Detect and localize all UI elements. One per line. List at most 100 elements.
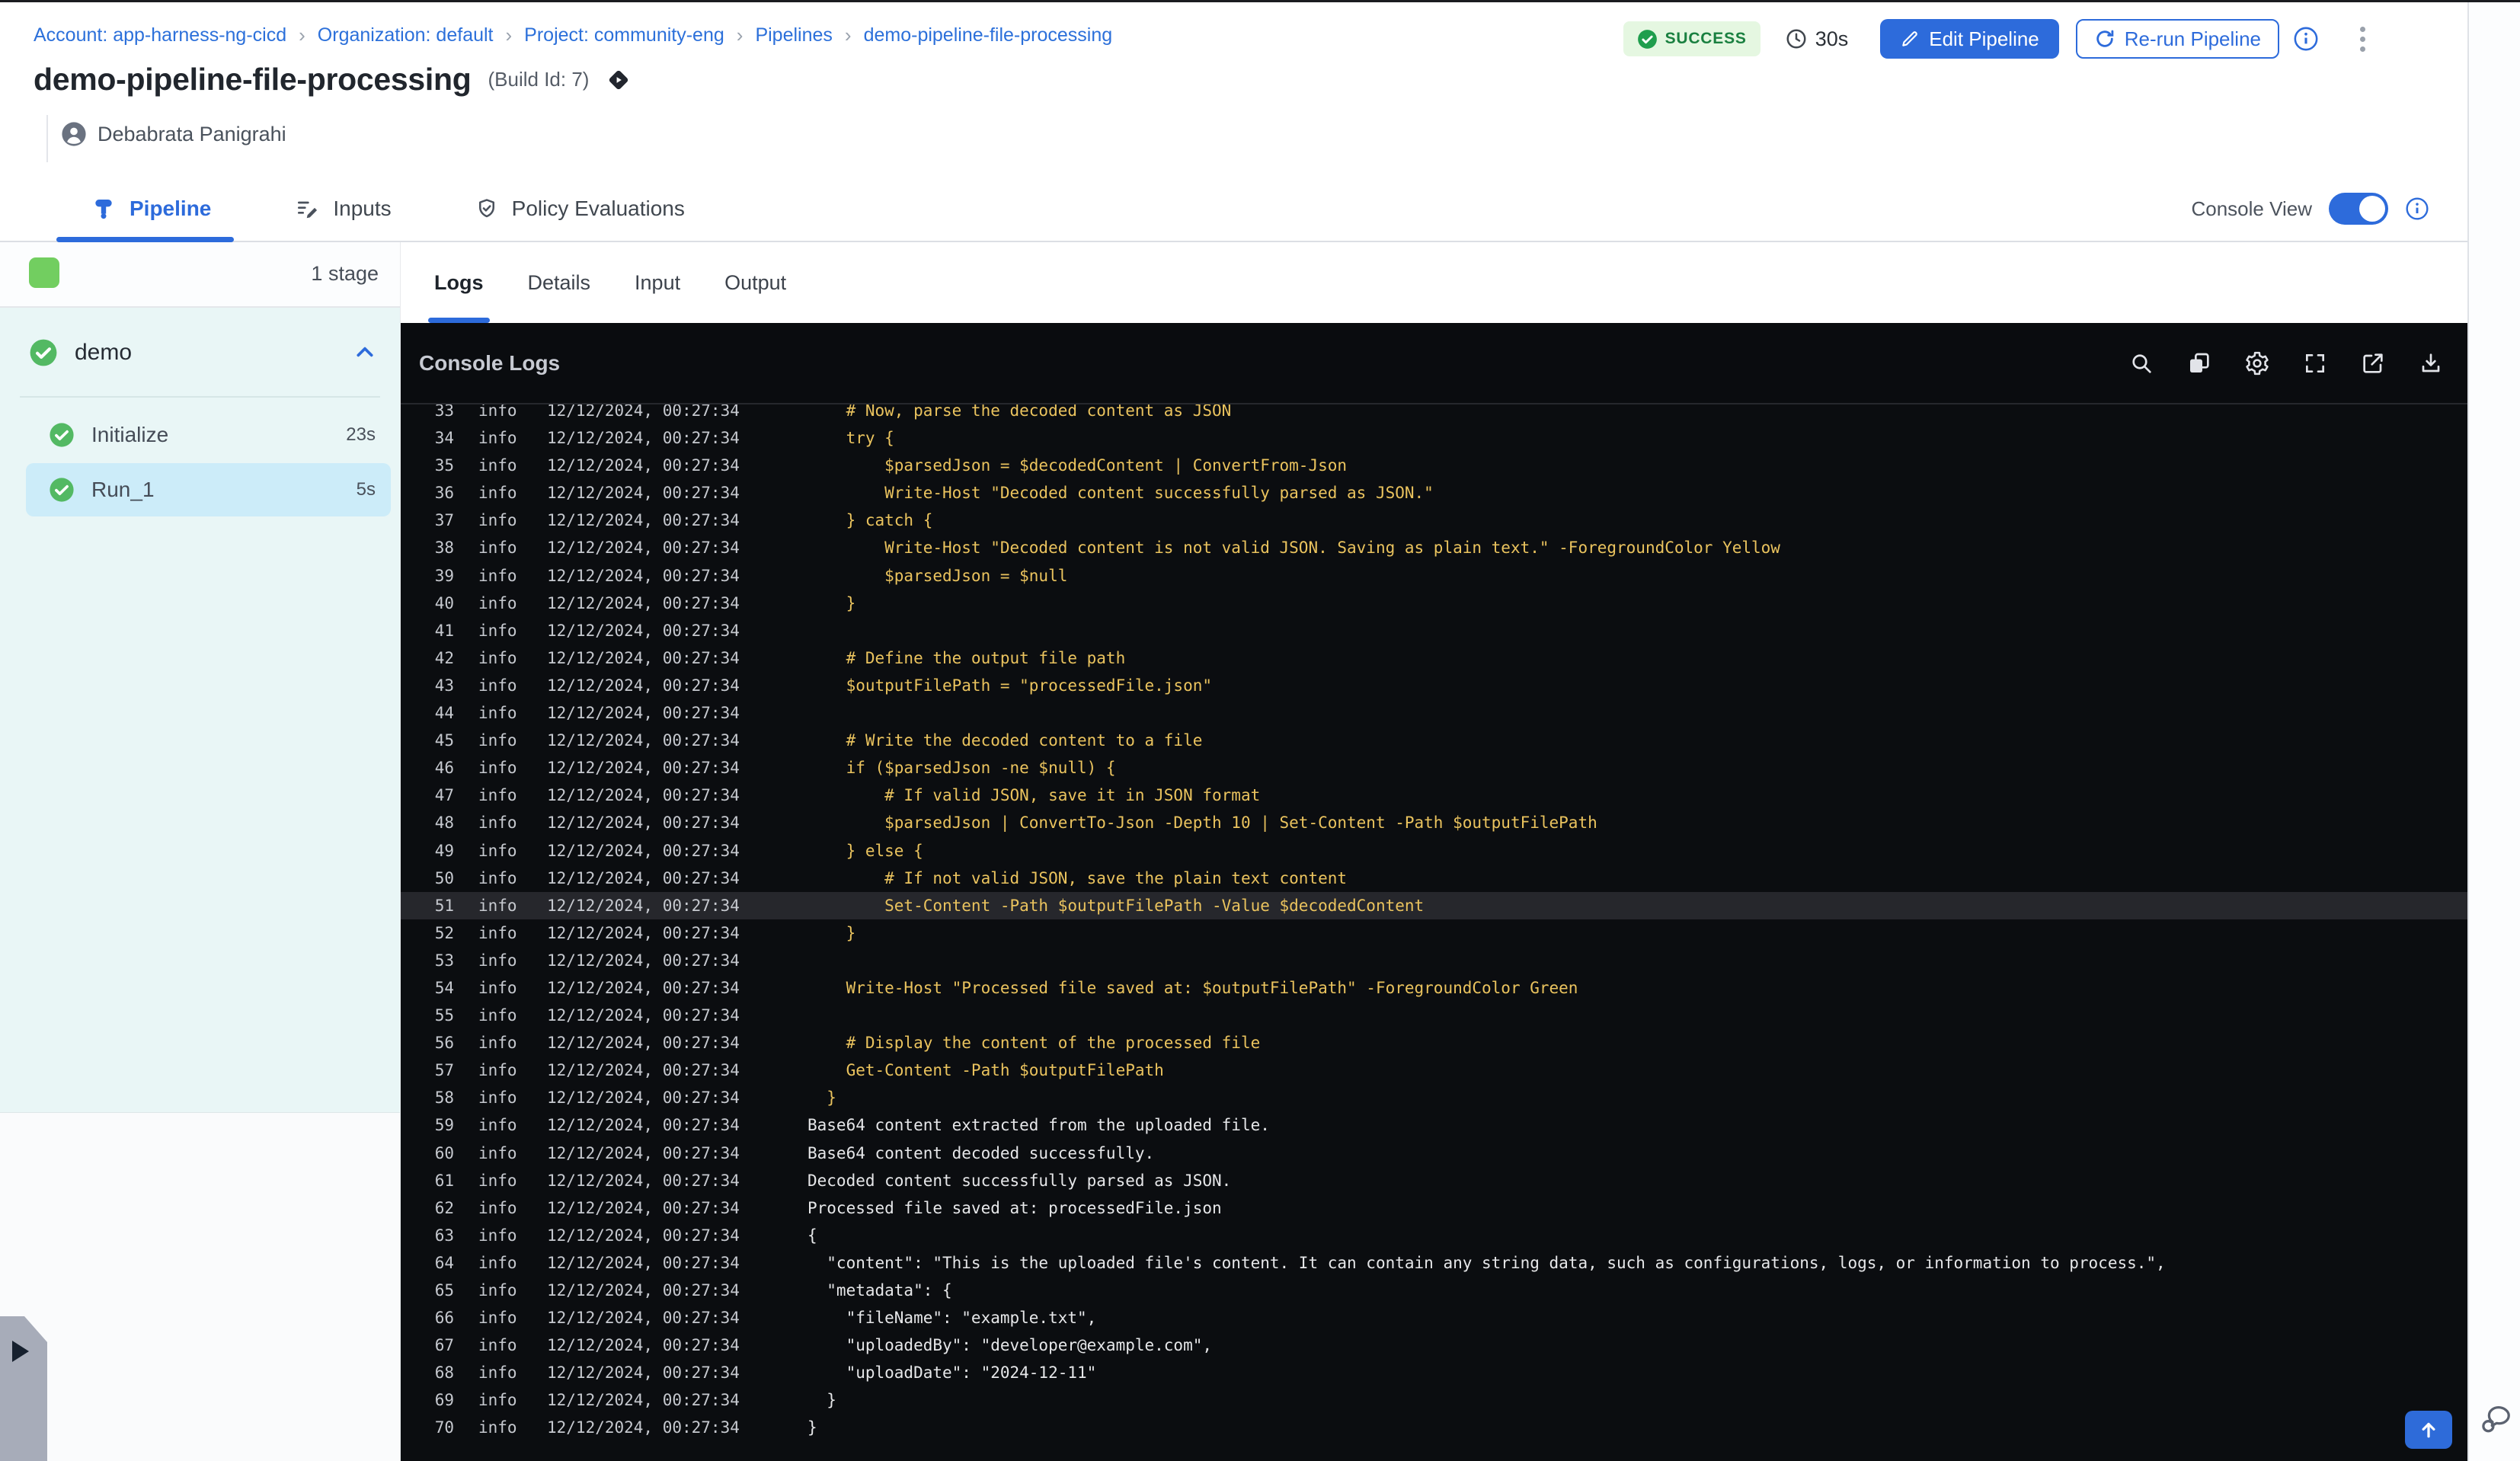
log-row-48: 48 info 12/12/2024, 00:27:34 $parsedJson |… [401,809,2469,836]
log-line-number: 44 [434,704,454,723]
log-row-49: 49 info 12/12/2024, 00:27:34 } else { [401,837,2469,865]
log-timestamp: 12/12/2024, 00:27:34 [547,621,740,640]
console-toolbar [2126,348,2446,379]
log-timestamp: 12/12/2024, 00:27:34 [547,841,740,860]
log-row-42: 42 info 12/12/2024, 00:27:34 # Define the … [401,644,2469,672]
log-line-number: 34 [434,429,454,448]
breadcrumb-item-1[interactable]: Account: app-harness-ng-cicd [34,24,286,46]
log-level: info [478,1006,517,1025]
breadcrumb-separator: › [736,24,744,46]
log-timestamp: 12/12/2024, 00:27:34 [547,951,740,970]
log-tab-output[interactable]: Output [724,242,786,323]
tab-pipeline[interactable]: Pipeline [56,177,235,242]
log-row-70: 70 info 12/12/2024, 00:27:34} [401,1414,2469,1441]
rerun-info-icon[interactable] [2293,25,2320,53]
log-level: info [478,951,517,970]
log-tab-details[interactable]: Details [528,242,591,323]
header-actions: SUCCESS 30s Edit Pipeline Re-run Pipelin… [1623,18,2370,60]
log-timestamp: 12/12/2024, 00:27:34 [547,1391,740,1410]
chevron-up-icon[interactable] [353,340,377,365]
check-circle-icon [49,422,75,448]
search-icon[interactable] [2126,348,2157,379]
log-row-46: 46 info 12/12/2024, 00:27:34 if ($parsedJs… [401,754,2469,782]
log-timestamp: 12/12/2024, 00:27:34 [547,484,740,503]
log-timestamp: 12/12/2024, 00:27:34 [547,868,740,887]
log-timestamp: 12/12/2024, 00:27:34 [547,923,740,942]
fullscreen-icon[interactable] [2300,348,2330,379]
log-timestamp: 12/12/2024, 00:27:34 [547,1171,740,1190]
log-level: info [478,731,517,750]
log-tab-label: Input [635,270,681,294]
log-row-57: 57 info 12/12/2024, 00:27:34 Get-Content -… [401,1057,2469,1084]
breadcrumb-item-4[interactable]: Pipelines [755,24,832,46]
right-rail [2467,0,2520,1461]
log-level: info [478,1143,517,1162]
log-level: info [478,621,517,640]
log-line-number: 51 [434,896,454,915]
breadcrumb-item-3[interactable]: Project: community-eng [524,24,724,46]
log-message: Get-Content -Path $outputFilePath [807,1061,1164,1080]
log-message: } [807,923,856,942]
log-level: info [478,1171,517,1190]
pipeline-icon [91,197,116,221]
log-message: "fileName": "example.txt", [807,1309,1097,1328]
log-level: info [478,1363,517,1383]
console-log-body[interactable]: 33 info 12/12/2024, 00:27:34 # Now, parse … [401,404,2469,1461]
log-level: info [478,786,517,805]
log-line-number: 38 [434,539,454,558]
open-in-new-icon[interactable] [2358,348,2388,379]
download-icon[interactable] [2416,348,2446,379]
breadcrumb-item-2[interactable]: Organization: default [318,24,494,46]
support-chat-icon[interactable] [2478,1402,2513,1437]
log-message: } [807,1418,817,1437]
scroll-to-top-button[interactable] [2405,1411,2452,1449]
log-row-56: 56 info 12/12/2024, 00:27:34 # Display the… [401,1029,2469,1057]
step-name: Run_1 [91,478,155,501]
log-timestamp: 12/12/2024, 00:27:34 [547,1061,740,1080]
stage-divider [20,396,380,398]
log-level: info [478,1089,517,1108]
inputs-icon [295,197,319,221]
pencil-icon [1900,29,1920,49]
log-level: info [478,868,517,887]
more-options-button[interactable] [2355,22,2370,56]
rerun-pipeline-label: Re-run Pipeline [2124,27,2261,50]
settings-icon[interactable] [2242,348,2272,379]
step-initialize[interactable]: Initialize 23s [0,408,400,462]
log-row-54: 54 info 12/12/2024, 00:27:34 Write-Host "P… [401,974,2469,1002]
log-tab-logs[interactable]: Logs [428,242,489,323]
log-line-number: 40 [434,593,454,612]
breadcrumb-separator: › [844,24,852,46]
log-message: Base64 content decoded successfully. [807,1143,1155,1162]
log-line-number: 69 [434,1391,454,1410]
log-line-number: 70 [434,1418,454,1437]
tab-inputs[interactable]: Inputs [295,177,392,241]
stage-status-square [29,257,59,288]
stage-header-demo[interactable]: demo [0,308,400,390]
log-row-47: 47 info 12/12/2024, 00:27:34 # If valid JS… [401,782,2469,809]
log-row-64: 64 info 12/12/2024, 00:27:34 "content": "T… [401,1249,2469,1277]
console-view-info-icon[interactable] [2405,195,2432,222]
breadcrumb-item-5[interactable]: demo-pipeline-file-processing [864,24,1113,46]
log-timestamp: 12/12/2024, 00:27:34 [547,1089,740,1108]
check-circle-icon [49,477,75,503]
log-row-68: 68 info 12/12/2024, 00:27:34 "uploadDate":… [401,1359,2469,1386]
console-view-control: Console View [2191,177,2432,241]
build-id: (Build Id: 7) [488,68,590,91]
expand-triangle-icon [12,1341,29,1362]
log-message: "metadata": { [807,1281,952,1300]
log-line-number: 52 [434,923,454,942]
stage-strip: 1 stage [0,242,400,308]
console-view-toggle[interactable] [2329,193,2388,225]
rerun-pipeline-button[interactable]: Re-run Pipeline [2075,19,2279,59]
step-run_1[interactable]: Run_1 5s [26,463,391,516]
log-line-number: 36 [434,484,454,503]
tab-policy-evaluations[interactable]: Policy Evaluations [475,177,685,241]
log-level: info [478,593,517,612]
log-level: info [478,648,517,667]
copy-icon[interactable] [2184,348,2215,379]
edit-pipeline-button[interactable]: Edit Pipeline [1880,19,2059,59]
log-timestamp: 12/12/2024, 00:27:34 [547,456,740,475]
log-tab-input[interactable]: Input [635,242,680,323]
sidebar-expand-handle[interactable] [0,1316,47,1461]
